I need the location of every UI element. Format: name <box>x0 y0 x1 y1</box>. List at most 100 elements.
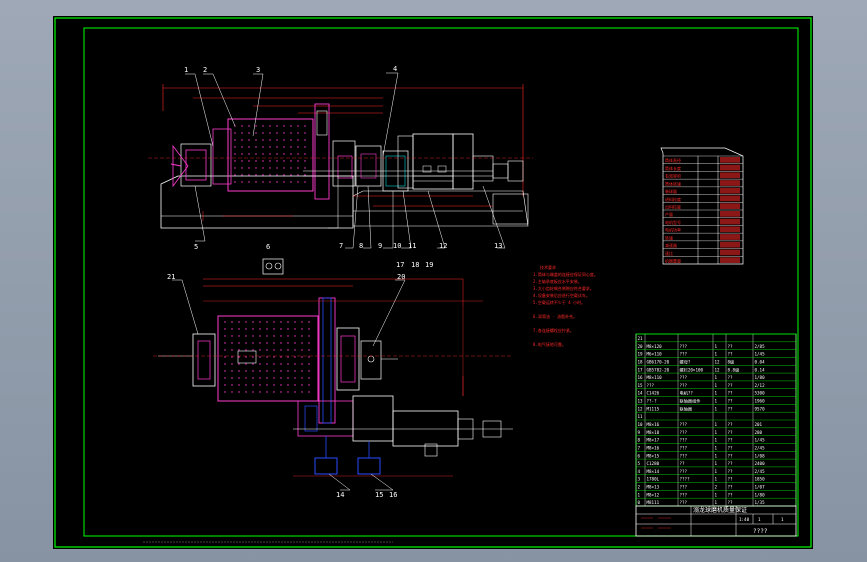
parts-cell-note: 1/07 <box>755 485 766 490</box>
label-16: 16 <box>389 491 397 499</box>
parts-cell-qty: 1 <box>715 399 718 404</box>
parts-cell-code: ??? <box>647 383 655 388</box>
front-elevation <box>148 84 533 229</box>
parts-cell-code: ??-? <box>647 399 658 404</box>
parts-cell-mat: ?? <box>728 406 734 411</box>
spec-value-block <box>720 187 740 194</box>
parts-cell-name: ??? <box>680 500 688 505</box>
parts-cell-note: 280 <box>755 430 763 435</box>
parts-cell-name: ??? <box>680 492 688 497</box>
parts-cell-name: ??? <box>680 453 688 458</box>
parts-cell-no: 20 <box>638 344 644 349</box>
parts-cell-name: ???? <box>680 477 691 482</box>
parts-cell-code: C1426 <box>647 391 660 396</box>
parts-cell-qty: 1 <box>715 430 718 435</box>
parts-cell-mat: ?? <box>728 430 734 435</box>
parts-cell-note: 2/45 <box>755 469 766 474</box>
technical-notes: 技术要求 1.筒体与端盖的连接应保证同心度。 2.主轴承底板应水平安装。 3.大… <box>533 264 598 347</box>
parts-cell-no: 21 <box>638 336 644 341</box>
plan-view <box>153 258 513 477</box>
parts-cell-name: ??? <box>680 422 688 427</box>
parts-cell-code: M1115 <box>647 406 660 411</box>
label-21: 21 <box>167 273 175 281</box>
parts-cell-qty: 1 <box>715 477 718 482</box>
parts-cell-code: M8×120 <box>647 344 663 349</box>
parts-list: 2120 M8×120??? 1?? 2/8519 M6×110??? 1?? 1/4518… <box>635 333 797 507</box>
spec-row-label: 速比 <box>665 250 673 256</box>
spec-value-block <box>720 234 740 240</box>
spec-value-block <box>720 226 740 233</box>
parts-cell-note: 9570 <box>755 406 766 411</box>
title-block: 溺龙球磨机质量保证 1:40 1 1 ???? <box>635 505 797 537</box>
parts-cell-no: 16 <box>638 375 644 380</box>
spec-row-label: 进料粒度 <box>665 196 681 202</box>
parts-cell-note: 5300 <box>755 391 766 396</box>
label-13: 13 <box>494 242 502 250</box>
parts-cell-qty: 12 <box>715 359 721 364</box>
parts-cell-qty: 1 <box>715 492 718 497</box>
parts-cell-no: 12 <box>638 406 644 411</box>
parts-cell-code: M6×110 <box>647 352 663 357</box>
spec-value-block <box>720 164 740 171</box>
parts-cell-qty: 1 <box>715 344 718 349</box>
parts-cell-no: 8 <box>638 438 641 443</box>
parts-cell-mat: 8级 <box>728 358 736 365</box>
drawing-sheet: 1 2 3 4 5 6 7 8 9 10 11 12 13 17 18 19 1… <box>53 16 813 549</box>
spec-row-label: 减速器 <box>665 242 677 248</box>
parts-cell-code: M8×110 <box>647 375 663 380</box>
parts-cell-name: ??? <box>680 469 688 474</box>
sheet-no: 1 <box>758 517 761 522</box>
note-line: 1.筒体与端盖的连接应保证同心度。 <box>533 271 598 277</box>
label-11: 11 <box>408 242 416 250</box>
liner-dots-plan <box>224 321 310 393</box>
note-line: 5.空载运转不少于 4 小时。 <box>533 299 585 305</box>
parts-cell-qty: 12 <box>715 367 721 372</box>
parts-cell-name: ??? <box>680 430 688 435</box>
spec-row-label: 筒体长度 <box>665 165 681 171</box>
parts-cell-mat: ?? <box>728 477 734 482</box>
parts-cell-mat: ?? <box>728 492 734 497</box>
parts-cell-qty: 1 <box>715 438 718 443</box>
parts-cell-name: ??? <box>680 375 688 380</box>
parts-cell-mat: ?? <box>728 445 734 450</box>
parts-cell-code: M8×13 <box>647 485 660 490</box>
parts-cell-note: 1960 <box>755 399 766 404</box>
parts-cell-qty: 1 <box>715 469 718 474</box>
spec-row-label: 出料粒度 <box>665 204 681 210</box>
parts-cell-code: M8×14 <box>647 469 660 474</box>
label-10: 10 <box>393 242 401 250</box>
parts-cell-note: 2/45 <box>755 445 766 450</box>
note-line: 6.润滑油 · 油脂补充。 <box>533 313 577 319</box>
parts-cell-no: 0 <box>638 500 641 505</box>
parts-cell-mat: ?? <box>728 422 734 427</box>
spec-row-label: 转速 <box>665 234 673 240</box>
leader-lines-top <box>185 72 506 249</box>
label-1: 1 <box>184 66 188 74</box>
parts-cell-note: 2/85 <box>755 344 766 349</box>
parts-cell-mat: ?? <box>728 453 734 458</box>
part-labels-top: 1 2 3 4 5 6 7 8 9 10 11 12 13 17 18 19 <box>184 65 502 269</box>
parts-cell-name: 螺母? <box>680 358 691 365</box>
label-18: 18 <box>411 261 419 269</box>
notes-heading: 技术要求 <box>540 264 556 270</box>
parts-cell-mat: ?? <box>728 352 734 357</box>
label-19: 19 <box>425 261 433 269</box>
spec-value-block <box>720 218 740 225</box>
spec-value-block <box>720 241 740 248</box>
parts-cell-mat: ?? <box>728 375 734 380</box>
parts-cell-note: 1850 <box>755 477 766 482</box>
liner-dots <box>234 125 306 183</box>
parts-cell-no: 6 <box>638 453 641 458</box>
parts-cell-mat: ?? <box>728 438 734 443</box>
parts-cell-code: C1280 <box>647 461 660 466</box>
label-20: 20 <box>397 273 405 281</box>
parts-cell-no: 15 <box>638 383 644 388</box>
parts-cell-no: 1 <box>638 492 641 497</box>
spec-value-block <box>720 157 740 163</box>
parts-cell-no: 2 <box>638 485 641 490</box>
parts-cell-code: M8×16 <box>647 445 660 450</box>
parts-cell-code: M8×12 <box>647 492 660 497</box>
spec-row-label: 机器重量 <box>665 258 681 264</box>
drawing-title: 溺龙球磨机质量保证 <box>693 506 747 514</box>
spec-value-block <box>720 172 740 179</box>
